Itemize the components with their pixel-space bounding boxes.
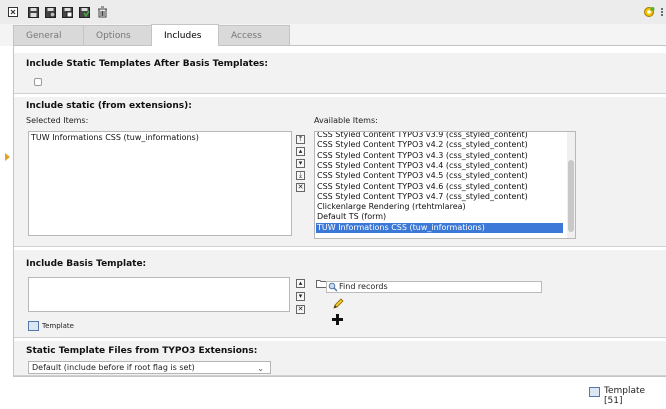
selection-marker-icon [5, 153, 10, 161]
tab-general-label: General [26, 30, 62, 41]
tab-includes-label: Includes [164, 30, 202, 41]
available-items-list[interactable]: CSS Styled Content TYPO3 v3.9 (css_style… [314, 131, 576, 239]
template-link[interactable]: Template [42, 322, 74, 330]
move-down-button[interactable]: ▾ [296, 159, 305, 168]
remove-selected-button[interactable]: ✕ [296, 183, 305, 192]
basis-move-up-button[interactable]: ▴ [296, 279, 305, 288]
section-include-basis: Include Basis Template: ▴ ▾ ✕ Find recor… [14, 250, 666, 338]
static-files-label: Static Template Files from TYPO3 Extensi… [26, 346, 258, 356]
available-item[interactable]: CSS Styled Content TYPO3 v4.4 (css_style… [317, 161, 528, 171]
available-item[interactable]: Clickenlarge Rendering (rtehtmlarea) [317, 202, 466, 212]
selected-item[interactable]: TUW Informations CSS (tuw_informations) [31, 133, 199, 143]
available-item[interactable]: CSS Styled Content TYPO3 v4.2 (css_style… [317, 140, 528, 150]
available-items-scrollbar[interactable] [567, 132, 575, 238]
section-include-static: Include static (from extensions): Select… [14, 97, 666, 247]
basis-template-list[interactable] [28, 277, 290, 312]
tab-access[interactable]: Access [218, 25, 290, 45]
basis-remove-button[interactable]: ✕ [296, 305, 305, 314]
edit-pencil-icon[interactable] [332, 298, 344, 313]
basis-move-down-button[interactable]: ▾ [296, 292, 305, 301]
available-item[interactable]: CSS Styled Content TYPO3 v4.6 (css_style… [317, 182, 528, 192]
add-plus-icon[interactable] [332, 314, 343, 328]
section-static-files: Static Template Files from TYPO3 Extensi… [14, 341, 666, 376]
available-item[interactable]: CSS Styled Content TYPO3 v4.3 (css_style… [317, 151, 528, 161]
more-icon[interactable] [659, 6, 665, 18]
tab-options[interactable]: Options [83, 25, 152, 45]
static-after-basis-label: Include Static Templates After Basis Tem… [26, 59, 269, 69]
static-after-basis-checkbox[interactable] [34, 78, 42, 86]
tab-access-label: Access [231, 30, 262, 41]
close-icon[interactable] [7, 6, 19, 18]
scrollbar-thumb[interactable] [568, 160, 574, 232]
selected-items-list[interactable]: TUW Informations CSS (tuw_informations) [28, 131, 292, 236]
move-top-button[interactable]: ⤒ [296, 135, 305, 144]
trash-icon[interactable] [96, 6, 108, 18]
available-item[interactable]: CSS Styled Content TYPO3 v4.5 (css_style… [317, 171, 528, 181]
include-static-label: Include static (from extensions): [26, 101, 192, 111]
settings-icon[interactable] [643, 6, 655, 18]
save-view-icon[interactable] [44, 6, 56, 18]
available-item-selected[interactable]: TUW Informations CSS (tuw_informations) [316, 222, 563, 233]
tab-options-label: Options [96, 30, 131, 41]
move-up-button[interactable]: ▴ [296, 147, 305, 156]
move-bottom-button[interactable]: ⤓ [296, 171, 305, 180]
tab-general[interactable]: General [13, 25, 84, 45]
save-icon[interactable] [27, 6, 39, 18]
toolbar [0, 0, 666, 25]
available-item[interactable]: CSS Styled Content TYPO3 v4.7 (css_style… [317, 192, 528, 202]
available-items-label: Available Items: [314, 116, 378, 125]
static-files-selected-value: Default (include before if root flag is … [32, 363, 195, 372]
tab-includes[interactable]: Includes [151, 24, 219, 46]
selected-items-label: Selected Items: [26, 116, 89, 125]
template-icon [28, 321, 39, 331]
footer-template-icon [589, 387, 600, 397]
find-records-placeholder: Find records [339, 282, 388, 291]
available-item[interactable]: CSS Styled Content TYPO3 v3.9 (css_style… [317, 132, 528, 140]
find-search-icon [328, 282, 338, 295]
chevron-down-icon: ⌄ [257, 364, 264, 373]
find-records-input[interactable]: Find records [326, 281, 542, 293]
static-files-select[interactable]: Default (include before if root flag is … [28, 361, 271, 374]
save-new-icon[interactable] [61, 6, 73, 18]
section-static-after-basis: Include Static Templates After Basis Tem… [14, 53, 666, 94]
footer-template-link[interactable]: Template [51] [604, 386, 666, 406]
available-item[interactable]: Default TS (form) [317, 212, 386, 222]
include-basis-label: Include Basis Template: [26, 259, 147, 269]
save-close-icon[interactable] [78, 6, 90, 18]
